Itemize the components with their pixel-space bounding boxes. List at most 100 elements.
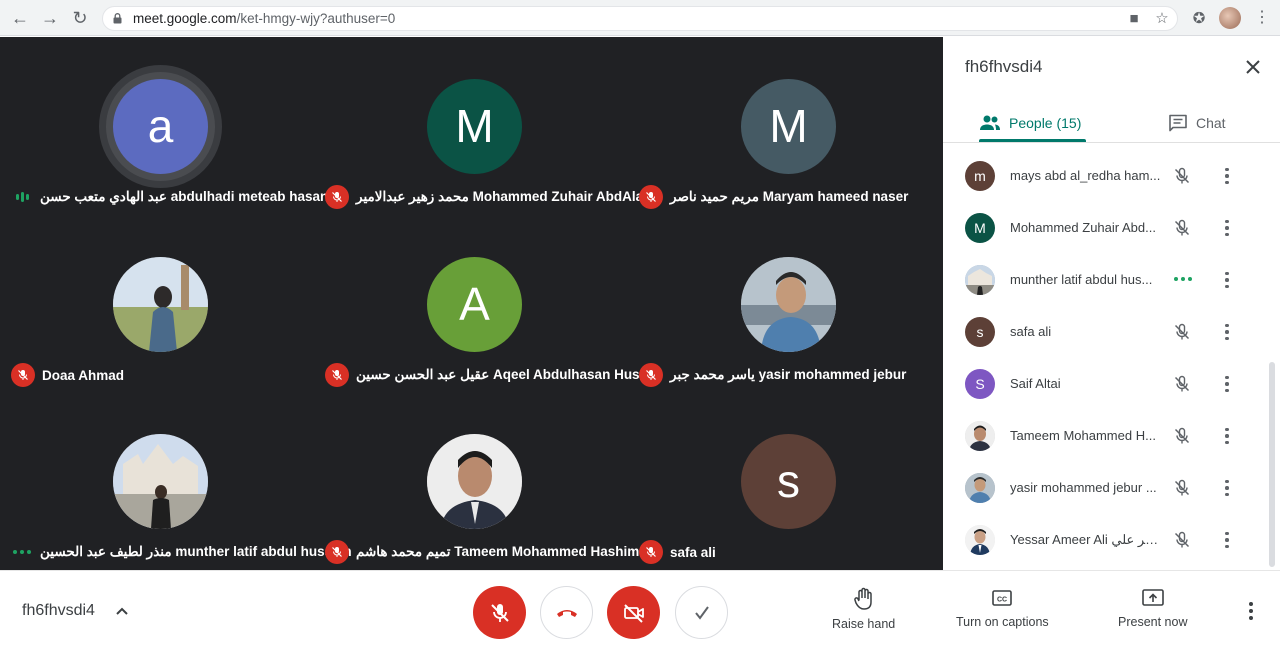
more-options-icon[interactable] bbox=[1217, 322, 1237, 342]
camera-toggle-button[interactable] bbox=[607, 586, 660, 639]
mic-off-icon[interactable] bbox=[1172, 426, 1192, 446]
list-item[interactable]: M Mohammed Zuhair Abd... bbox=[943, 203, 1268, 255]
scrollbar[interactable] bbox=[1269, 362, 1275, 567]
forward-icon[interactable]: → bbox=[39, 8, 61, 28]
more-options-icon[interactable] bbox=[1217, 270, 1237, 290]
raise-hand-label: Raise hand bbox=[832, 617, 896, 631]
list-item[interactable]: m mays abd al_redha ham... bbox=[943, 151, 1268, 203]
mic-off-icon[interactable] bbox=[1172, 530, 1192, 550]
chat-icon bbox=[1169, 114, 1187, 132]
mic-off-icon[interactable] bbox=[1172, 166, 1192, 186]
leave-call-button[interactable] bbox=[540, 586, 593, 639]
url-path: /ket-hmgy-wjy?authuser=0 bbox=[236, 11, 396, 26]
person-name: Saif Altai bbox=[1010, 376, 1061, 391]
check-icon bbox=[694, 605, 709, 620]
mic-off-icon[interactable] bbox=[1172, 218, 1192, 238]
list-item[interactable]: yasir mohammed jebur ... bbox=[943, 463, 1268, 515]
meeting-details-title[interactable]: fh6fhvsdi4 bbox=[22, 602, 95, 620]
avatar-letter: a bbox=[147, 100, 174, 152]
participant-label: تميم محمد هاشم Tameem Mohammed Hashim bbox=[325, 539, 639, 565]
avatar bbox=[965, 421, 995, 451]
camera-icon[interactable]: ■ bbox=[1125, 11, 1143, 27]
participant-label: مريم حميد ناصر Maryam hameed naser bbox=[639, 184, 908, 210]
list-item[interactable]: s safa ali bbox=[943, 307, 1268, 359]
check-button[interactable] bbox=[675, 586, 728, 639]
mic-off-icon[interactable] bbox=[1172, 374, 1192, 394]
participant-tile[interactable]: ياسر محمد جبر yasir mohammed jebur bbox=[631, 215, 945, 392]
participant-tile[interactable]: M مريم حميد ناصر Maryam hameed naser bbox=[631, 37, 945, 214]
connecting-dots-icon bbox=[1172, 277, 1194, 281]
participant-avatar: a bbox=[113, 79, 208, 174]
mic-off-icon bbox=[639, 363, 663, 387]
avatar bbox=[965, 473, 995, 503]
people-icon bbox=[980, 115, 1000, 130]
meeting-controls-bar: fh6fhvsdi4 Raise hand CC Turn on caption… bbox=[0, 570, 1280, 652]
tab-people-label: People (15) bbox=[1009, 115, 1082, 131]
tab-chat[interactable]: Chat bbox=[1168, 105, 1226, 141]
more-options-icon[interactable] bbox=[1244, 601, 1258, 621]
more-options-icon[interactable] bbox=[1217, 218, 1237, 238]
video-grid: a عبد الهادي متعب حسن abdulhadi meteab h… bbox=[0, 37, 943, 570]
avatar: m bbox=[965, 161, 995, 191]
avatar-letter: M bbox=[769, 100, 808, 152]
browser-menu-icon[interactable]: ⋮ bbox=[1254, 8, 1270, 28]
person-name: Mohammed Zuhair Abd... bbox=[1010, 220, 1156, 235]
participant-avatar: A bbox=[427, 257, 522, 352]
participant-tile[interactable]: a عبد الهادي متعب حسن abdulhadi meteab h… bbox=[3, 37, 328, 214]
participant-tile[interactable]: منذر لطيف عبد الحسين munther latif abdul… bbox=[3, 392, 352, 569]
profile-avatar[interactable] bbox=[1219, 7, 1241, 29]
mic-off-icon bbox=[490, 603, 509, 622]
participant-photo bbox=[741, 257, 836, 352]
extensions-icon[interactable]: ✪ bbox=[1190, 9, 1208, 27]
hand-icon bbox=[853, 587, 872, 610]
back-icon[interactable]: ← bbox=[9, 8, 31, 28]
participant-name: ياسر محمد جبر yasir mohammed jebur bbox=[670, 367, 907, 382]
participant-label: محمد زهير عبدالامير Mohammed Zuhair AbdA… bbox=[325, 184, 654, 210]
list-item[interactable]: Tameem Mohammed H... bbox=[943, 411, 1268, 463]
more-options-icon[interactable] bbox=[1217, 374, 1237, 394]
reload-icon[interactable]: ↻ bbox=[69, 8, 91, 28]
captions-button[interactable]: CC Turn on captions bbox=[956, 587, 1049, 629]
raise-hand-button[interactable]: Raise hand bbox=[832, 587, 895, 631]
mic-off-icon bbox=[325, 185, 349, 209]
address-bar[interactable]: meet.google.com/ket-hmgy-wjy?authuser=0 … bbox=[102, 6, 1178, 31]
participant-name: تميم محمد هاشم Tameem Mohammed Hashim bbox=[356, 544, 640, 559]
list-item[interactable]: S Saif Altai bbox=[943, 359, 1268, 411]
avatar bbox=[965, 525, 995, 555]
participant-tile[interactable]: M محمد زهير عبدالامير Mohammed Zuhair Ab… bbox=[317, 37, 654, 214]
microphone-toggle-button[interactable] bbox=[473, 586, 526, 639]
more-options-icon[interactable] bbox=[1217, 530, 1237, 550]
person-name: munther latif abdul hus... bbox=[1010, 272, 1153, 287]
participant-label: Doaa Ahmad bbox=[11, 362, 124, 388]
list-item[interactable]: Yessar Ameer Ali امير علي... bbox=[943, 515, 1268, 567]
tab-chat-label: Chat bbox=[1196, 115, 1226, 131]
participant-name: عقيل عبد الحسن حسين Aqeel Abdulhasan Hus… bbox=[356, 367, 660, 382]
mic-off-icon[interactable] bbox=[1172, 322, 1192, 342]
tab-people[interactable]: People (15) bbox=[979, 105, 1081, 141]
participant-tile[interactable]: تميم محمد هاشم Tameem Mohammed Hashim bbox=[317, 392, 639, 569]
bookmark-star-icon[interactable]: ☆ bbox=[1153, 11, 1171, 27]
avatar-letter: s bbox=[777, 455, 800, 507]
participant-tile[interactable]: Doaa Ahmad bbox=[3, 215, 317, 392]
participant-avatar: s bbox=[741, 434, 836, 529]
present-now-button[interactable]: Present now bbox=[1118, 587, 1187, 629]
list-item[interactable]: munther latif abdul hus... bbox=[943, 255, 1268, 307]
more-options-icon[interactable] bbox=[1217, 426, 1237, 446]
avatar-letter: M bbox=[455, 100, 494, 152]
participant-tile[interactable]: A عقيل عبد الحسن حسين Aqeel Abdulhasan H… bbox=[317, 215, 659, 392]
lock-icon bbox=[113, 13, 122, 24]
participant-tile[interactable]: s safa ali bbox=[631, 392, 945, 569]
people-panel: fh6fhvsdi4 People (15) Chat m mays abd a… bbox=[943, 37, 1280, 570]
avatar-letter: m bbox=[974, 168, 986, 184]
chevron-up-icon[interactable] bbox=[114, 604, 130, 618]
participant-avatar: M bbox=[741, 79, 836, 174]
avatar: S bbox=[965, 369, 995, 399]
more-options-icon[interactable] bbox=[1217, 166, 1237, 186]
avatar-letter: A bbox=[459, 278, 490, 330]
more-options-icon[interactable] bbox=[1217, 478, 1237, 498]
mic-off-icon[interactable] bbox=[1172, 478, 1192, 498]
participant-name: مريم حميد ناصر Maryam hameed naser bbox=[670, 189, 909, 204]
close-icon[interactable] bbox=[1243, 57, 1263, 77]
avatar: s bbox=[965, 317, 995, 347]
captions-label: Turn on captions bbox=[956, 615, 1049, 629]
